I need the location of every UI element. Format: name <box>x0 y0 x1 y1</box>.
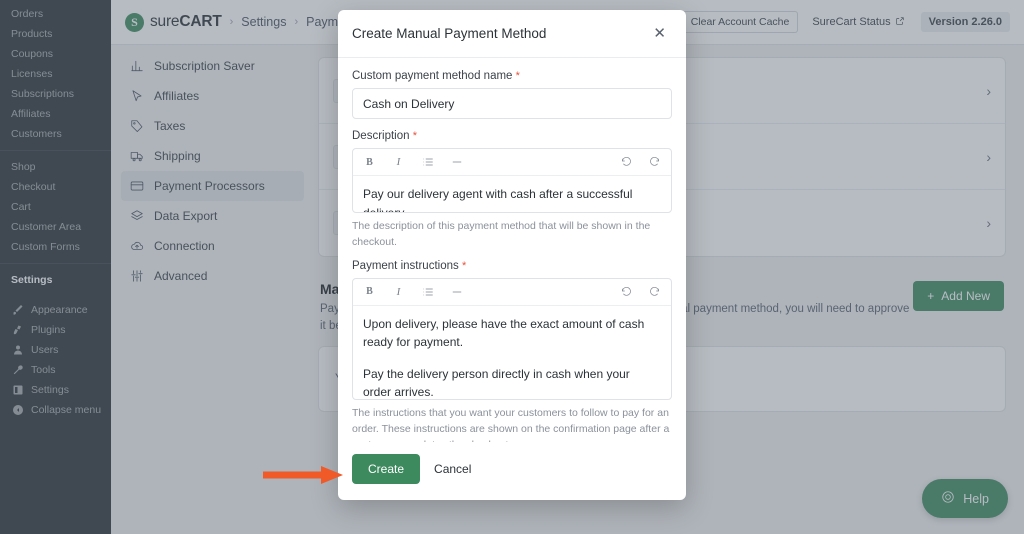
instruction-paragraph: Upon delivery, please have the exact amo… <box>363 315 661 352</box>
annotation-arrow <box>263 464 353 486</box>
label-text: Custom payment method name <box>352 70 512 82</box>
description-field-group: Description * B I Pay our delivery agent… <box>352 130 672 251</box>
redo-icon[interactable] <box>648 156 661 169</box>
undo-icon[interactable] <box>619 285 632 298</box>
description-editor-toolbar: B I <box>353 149 671 176</box>
create-button[interactable]: Create <box>352 454 420 484</box>
description-field-label: Description * <box>352 130 672 142</box>
spacer <box>352 251 672 260</box>
instructions-field-group: Payment instructions * B I Upon delivery… <box>352 260 672 442</box>
dialog-header: Create Manual Payment Method ✕ <box>338 10 686 58</box>
italic-icon[interactable]: I <box>392 285 405 298</box>
label-text: Payment instructions <box>352 260 459 272</box>
instruction-paragraph: Pay the delivery person directly in cash… <box>363 365 661 399</box>
instructions-editor-toolbar: B I <box>353 279 671 306</box>
bold-icon[interactable]: B <box>363 156 376 169</box>
bullet-list-icon[interactable] <box>421 156 434 169</box>
dialog-footer: Create Cancel <box>338 442 686 500</box>
italic-icon[interactable]: I <box>392 156 405 169</box>
name-field-group: Custom payment method name * Cash on Del… <box>352 70 672 119</box>
label-text: Description <box>352 130 410 142</box>
instructions-help-text: The instructions that you want your cust… <box>352 405 672 442</box>
instructions-field-label: Payment instructions * <box>352 260 672 272</box>
instructions-editor: B I Upon delivery, please have the exact… <box>352 278 672 400</box>
description-editor-content[interactable]: Pay our delivery agent with cash after a… <box>353 176 671 212</box>
close-icon[interactable]: ✕ <box>649 22 670 45</box>
cancel-button[interactable]: Cancel <box>434 462 471 476</box>
description-editor: B I Pay our delivery agent with cash aft… <box>352 148 672 213</box>
name-field-label: Custom payment method name * <box>352 70 672 82</box>
required-mark: * <box>462 260 466 272</box>
dialog-body: Custom payment method name * Cash on Del… <box>338 58 686 442</box>
description-help-text: The description of this payment method t… <box>352 218 672 251</box>
payment-method-name-input[interactable]: Cash on Delivery <box>352 88 672 119</box>
horizontal-rule-icon[interactable] <box>450 156 463 169</box>
undo-icon[interactable] <box>619 156 632 169</box>
redo-icon[interactable] <box>648 285 661 298</box>
bold-icon[interactable]: B <box>363 285 376 298</box>
create-manual-payment-method-dialog: Create Manual Payment Method ✕ Custom pa… <box>338 10 686 500</box>
instructions-editor-content[interactable]: Upon delivery, please have the exact amo… <box>353 306 671 399</box>
horizontal-rule-icon[interactable] <box>450 285 463 298</box>
required-mark: * <box>516 70 520 82</box>
bullet-list-icon[interactable] <box>421 285 434 298</box>
required-mark: * <box>413 130 417 142</box>
spacer <box>352 119 672 130</box>
dialog-title: Create Manual Payment Method <box>352 26 649 41</box>
